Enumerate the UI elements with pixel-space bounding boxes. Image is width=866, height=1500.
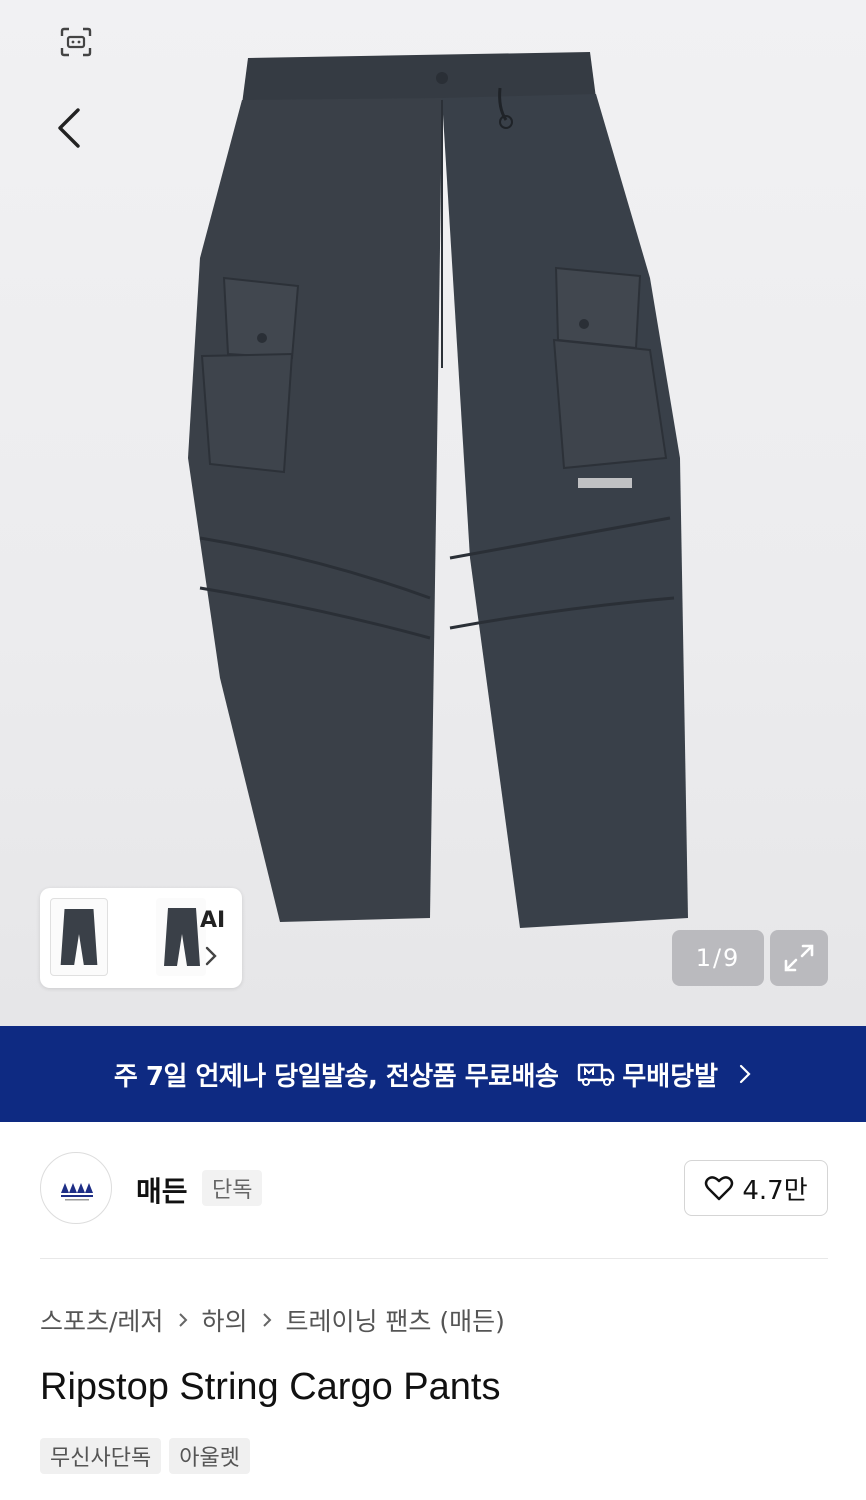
product-title: Ripstop String Cargo Pants <box>40 1366 501 1408</box>
tag-outlet: 아울렛 <box>169 1438 250 1474</box>
thumbnail-2[interactable] <box>156 898 206 976</box>
tag-musinsa-exclusive: 무신사단독 <box>40 1438 162 1474</box>
exclusive-tag: 단독 <box>202 1170 263 1206</box>
back-arrow-icon[interactable] <box>50 104 90 152</box>
like-count: 4.7만 <box>742 1175 808 1206</box>
product-tags: 무신사단독 아울렛 <box>40 1438 250 1474</box>
chevron-right-icon <box>179 1313 188 1327</box>
product-photo <box>188 52 688 928</box>
banner-text: 주 7일 언제나 당일발송, 전상품 무료배송 <box>113 1061 559 1092</box>
breadcrumb-item-bottoms[interactable]: 하의 <box>201 1302 247 1338</box>
like-button[interactable]: 4.7만 <box>684 1160 828 1216</box>
divider <box>40 1258 828 1259</box>
heart-icon <box>705 1176 734 1201</box>
brand-logo[interactable] <box>40 1152 112 1224</box>
breadcrumb-item-training-pants[interactable]: 트레이닝 팬츠 (매든) <box>285 1302 504 1338</box>
expand-button[interactable] <box>770 930 828 986</box>
ai-label[interactable]: AI <box>200 908 225 933</box>
chevron-right-icon <box>263 1313 272 1327</box>
chevron-right-icon[interactable] <box>203 944 219 968</box>
product-image-gallery[interactable]: AI 1/9 <box>0 0 866 1026</box>
brand-name[interactable]: 매든 <box>136 1170 188 1210</box>
thumbnail-1[interactable] <box>50 898 108 976</box>
chevron-right-icon <box>739 1064 751 1084</box>
brand-logo-icon <box>61 1183 93 1201</box>
truck-icon <box>578 1063 615 1086</box>
ai-thumbnail-card[interactable] <box>40 888 242 988</box>
breadcrumb: 스포츠/레저 하의 트레이닝 팬츠 (매든) <box>40 1302 505 1338</box>
breadcrumb-item-sports[interactable]: 스포츠/레저 <box>40 1302 163 1338</box>
image-counter: 1/9 <box>672 930 764 986</box>
shipping-banner[interactable]: 주 7일 언제나 당일발송, 전상품 무료배송 무배당발 <box>0 1026 866 1122</box>
scan-icon[interactable] <box>58 26 94 58</box>
banner-badge: 무배당발 <box>576 1056 718 1093</box>
banner-badge-text: 무배당발 <box>622 1061 719 1092</box>
expand-icon <box>784 944 814 972</box>
